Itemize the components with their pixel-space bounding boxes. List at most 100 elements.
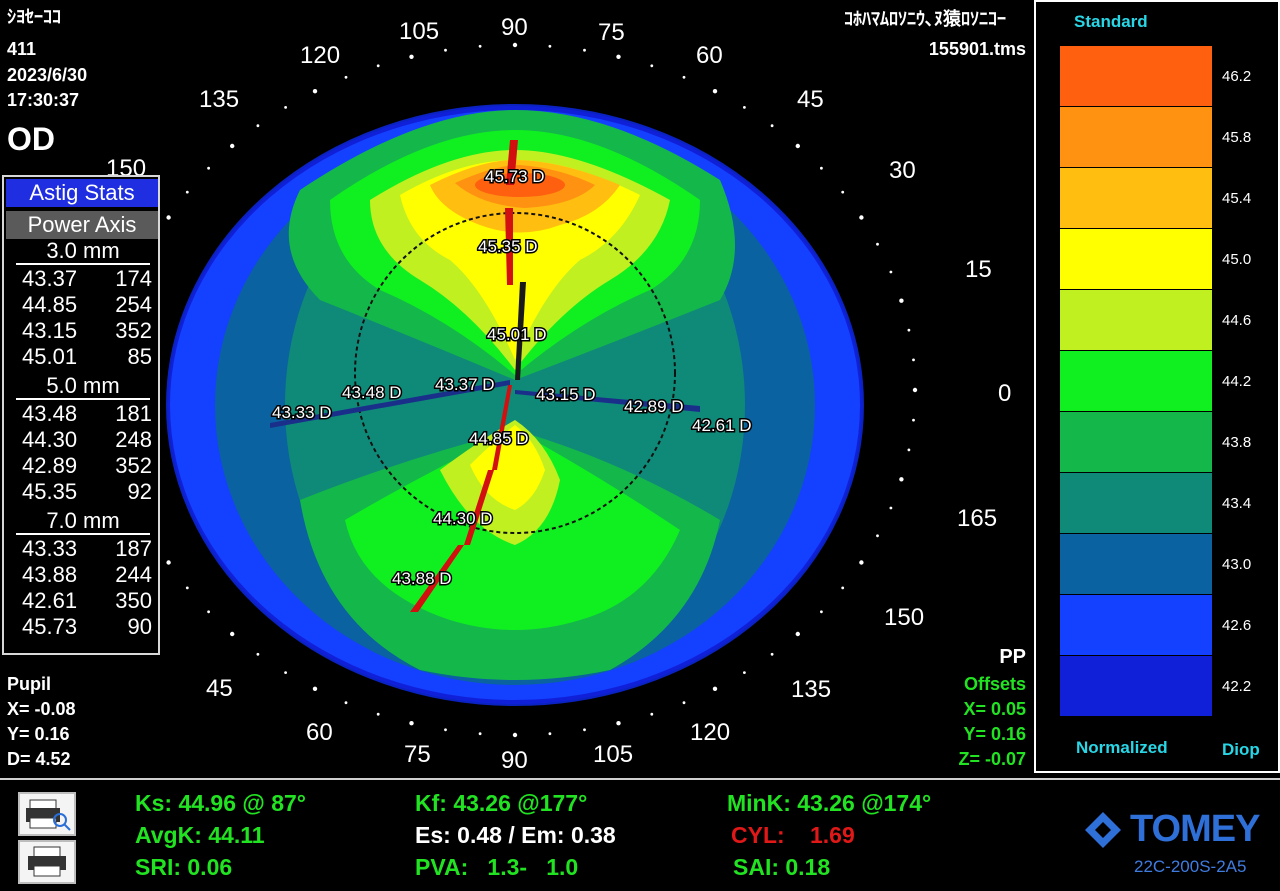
stats-row: 43.15 352 (22, 318, 152, 344)
axis-tick (682, 701, 686, 705)
stats-row: 44.85 254 (22, 292, 152, 318)
stats-zone-header: 5.0 mm (16, 374, 150, 400)
axis-label-30: 30 (889, 157, 916, 184)
topography-panel: 45.73 D 45.35 D 45.01 D 43.48 D 43.37 D … (0, 0, 1030, 775)
mink-value: MinK: 43.26 @174° (727, 790, 932, 816)
stats-k-value: 43.37 (22, 266, 78, 291)
stats-row: 45.01 85 (22, 344, 152, 370)
color-scale-swatch (1060, 473, 1212, 533)
axis-label-45: 45 (797, 86, 824, 113)
axis-tick (166, 215, 171, 220)
model-number: 22C-200S-2A5 (1134, 857, 1247, 876)
color-scale-value: 43.8 (1222, 434, 1252, 451)
axis-tick (548, 44, 552, 48)
axis-label-90-bottom: 90 (501, 747, 528, 774)
axis-tick (743, 106, 746, 109)
stats-row: 42.61 350 (22, 588, 152, 614)
axis-tick (284, 106, 287, 109)
stats-k-value: 44.30 (22, 427, 78, 452)
axis-tick (743, 671, 746, 674)
axis-tick (376, 64, 380, 68)
axis-label-135: 135 (791, 676, 832, 703)
axis-label-75-bottom: 75 (404, 741, 431, 768)
stats-k-value: 42.89 (22, 453, 78, 478)
axis-label-135-top: 135 (199, 86, 240, 113)
pupil-diameter: D= 4.52 (7, 749, 71, 769)
sri-value: SRI: 0.06 (135, 854, 233, 880)
print-preview-button[interactable] (18, 792, 76, 836)
brand-logo: TOMEY (1130, 808, 1260, 850)
color-scale-value: 44.2 (1222, 373, 1252, 390)
stats-axis-value: 352 (115, 318, 152, 343)
axis-label-150: 150 (884, 604, 925, 631)
axis-tick (907, 448, 911, 452)
diopter-unit-label: Diop (1222, 740, 1260, 759)
axis-tick (344, 75, 348, 79)
axis-tick (841, 190, 845, 194)
color-scale-legend: Standard 46.2 45.8 45.4 45.0 44.6 44.2 43.8 43.… (1034, 0, 1280, 773)
axis-tick (409, 54, 414, 59)
stats-row: 45.35 92 (22, 479, 152, 505)
stats-axis-value: 352 (115, 453, 152, 478)
stats-row: 43.37 174 (22, 266, 152, 292)
color-scale-swatch (1060, 351, 1212, 411)
power-axis-button[interactable]: Power Axis (6, 211, 158, 239)
axis-tick (876, 534, 879, 538)
patient-id: 411 (7, 39, 37, 59)
color-scale-swatch (1060, 595, 1212, 655)
map-value-label: 45.01 D (487, 325, 547, 344)
stats-k-value: 44.85 (22, 292, 78, 317)
axis-tick (616, 54, 621, 59)
axis-tick (650, 712, 654, 716)
stats-k-value: 43.88 (22, 562, 78, 587)
stats-k-value: 45.01 (22, 344, 78, 369)
astig-stats-panel: Astig Stats Power Axis 3.0 mm 43.37 174 44.… (2, 175, 160, 655)
axis-tick (889, 270, 893, 274)
print-button[interactable] (18, 840, 76, 884)
eye-label: OD (7, 121, 55, 157)
axis-tick (682, 75, 686, 79)
color-scale-swatch (1060, 290, 1212, 350)
map-value-label: 44.85 D (469, 429, 529, 448)
offset-x: X= 0.05 (963, 699, 1026, 719)
file-name: 155901.tms (928, 39, 1026, 59)
axis-label-90: 90 (501, 14, 528, 41)
stats-axis-value: 248 (115, 427, 152, 452)
axis-tick (376, 712, 380, 716)
cyl-value: 1.69 (810, 822, 855, 848)
stats-k-value: 43.15 (22, 318, 78, 343)
offset-z: Z= -0.07 (958, 749, 1026, 769)
stats-row: 43.33 187 (22, 536, 152, 562)
stats-row: 42.89 352 (22, 453, 152, 479)
stats-k-value: 45.73 (22, 614, 78, 639)
axis-tick (256, 652, 260, 656)
color-scale-swatch (1060, 534, 1212, 594)
astig-stats-button[interactable]: Astig Stats (6, 179, 158, 207)
axis-tick (820, 166, 823, 170)
axis-tick (889, 506, 893, 510)
map-value-label: 43.15 D (536, 385, 596, 404)
axis-tick (512, 42, 518, 48)
axis-label-45-bottom: 45 (206, 675, 233, 702)
stats-zone-header: 3.0 mm (16, 239, 150, 265)
scale-type-label[interactable]: Standard (1074, 12, 1148, 32)
map-value-label: 43.33 D (272, 403, 332, 422)
axis-tick (907, 328, 911, 332)
axis-tick (444, 728, 447, 732)
normalized-label[interactable]: Normalized (1076, 738, 1168, 758)
color-scale-value: 45.4 (1222, 190, 1252, 207)
axis-label-75: 75 (598, 19, 625, 46)
map-value-label: 43.48 D (342, 383, 402, 402)
offsets-title: Offsets (963, 674, 1026, 694)
map-value-label: 42.61 D (692, 416, 752, 435)
axis-label-165: 165 (957, 505, 998, 532)
map-title: ｺﾎﾊﾏﾑﾛｿﾆｳ､ﾇ猿ﾛｿﾆｺｰ (844, 9, 1006, 29)
es-em-value: Es: 0.48 / Em: 0.38 (415, 822, 616, 848)
axis-tick (770, 124, 774, 128)
axis-tick (230, 631, 235, 637)
exam-date: 2023/6/30 (7, 65, 88, 85)
kf-value: Kf: 43.26 @177° (415, 790, 588, 816)
stats-axis-value: 90 (127, 614, 152, 639)
color-scale-value: 45.0 (1222, 251, 1252, 268)
axis-label-120: 120 (300, 42, 341, 69)
